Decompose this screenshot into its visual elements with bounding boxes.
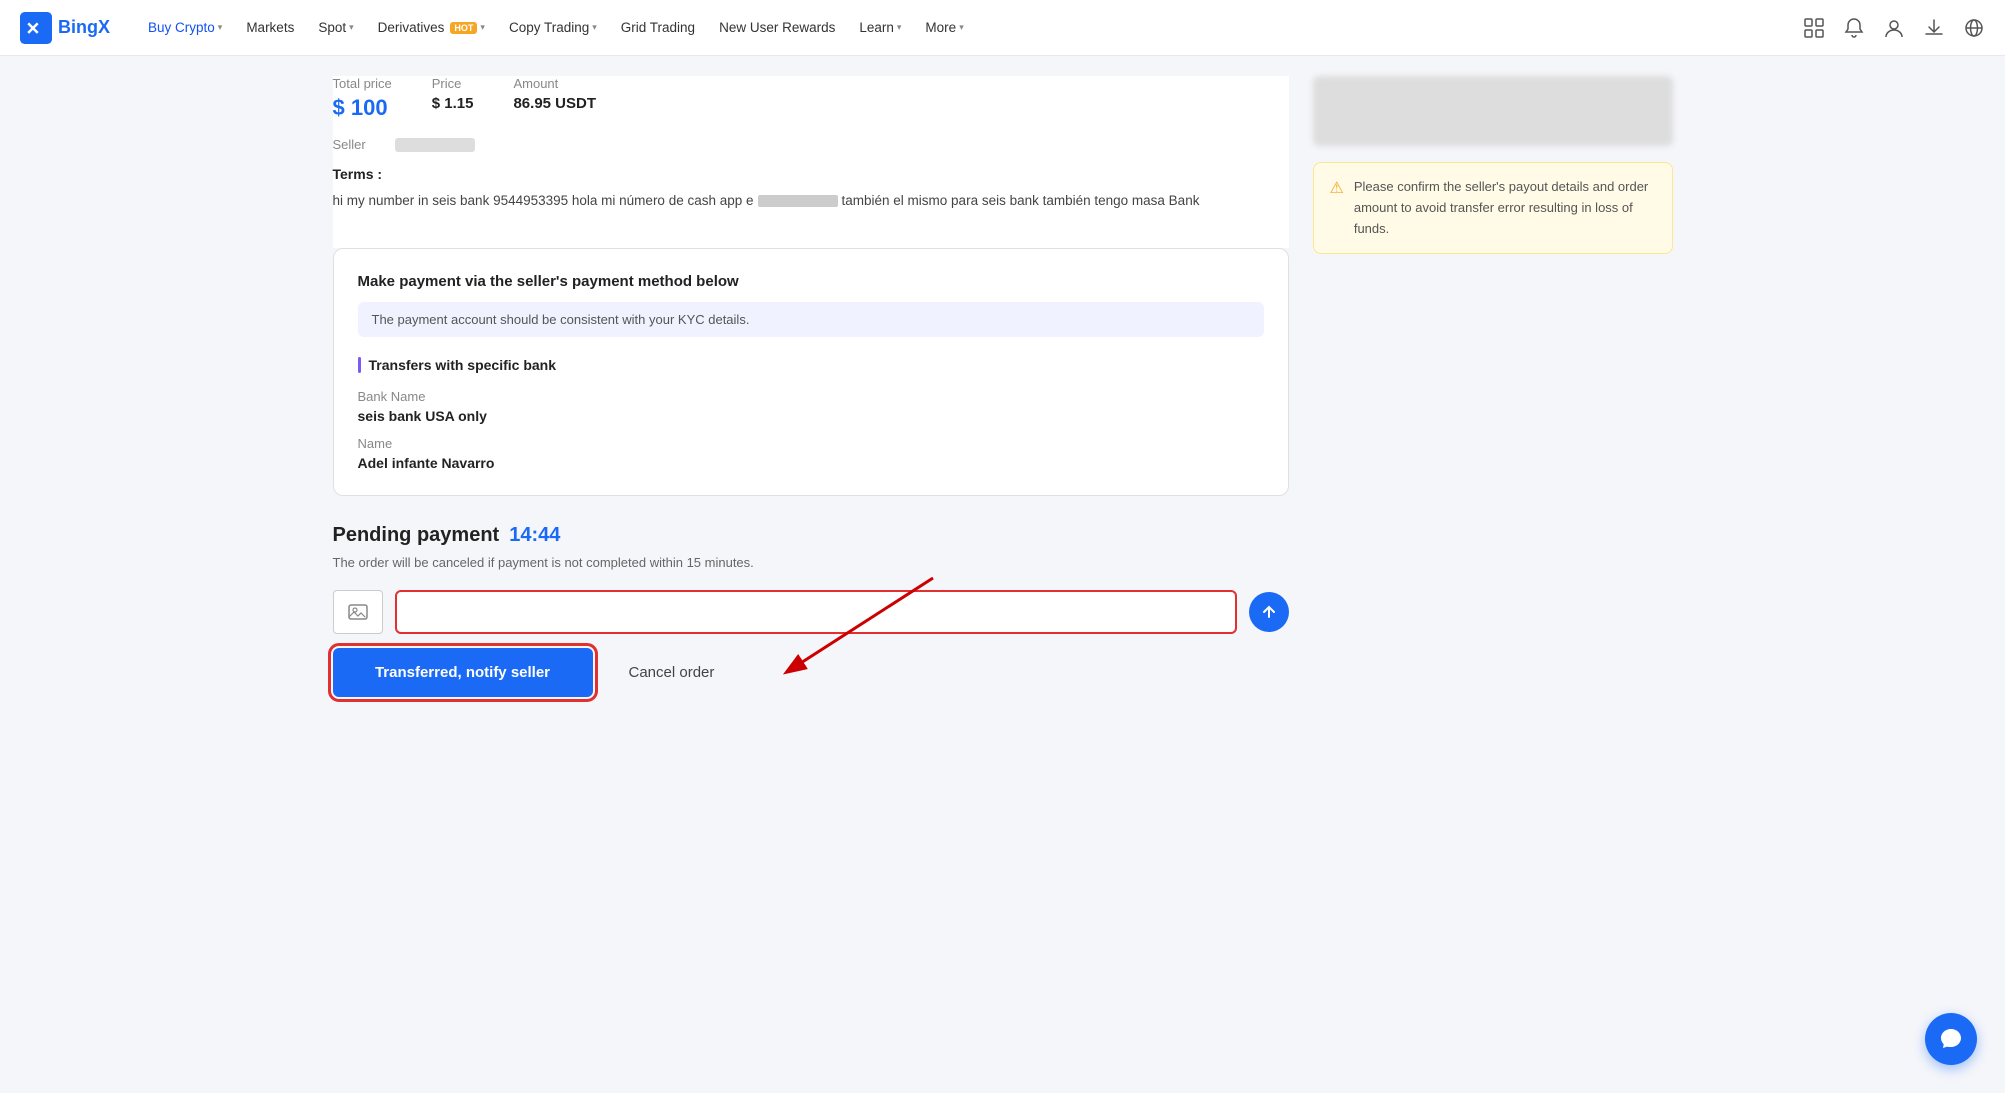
terms-text-part1: hi my number in seis bank 9544953395 hol… bbox=[333, 193, 754, 208]
nav-right-icons bbox=[1803, 17, 1985, 39]
amount-col: Amount 86.95 USDT bbox=[513, 76, 596, 121]
warning-text: Please confirm the seller's payout detai… bbox=[1354, 177, 1656, 239]
pending-title-text: Pending payment bbox=[333, 524, 500, 547]
derivatives-chevron-icon: ▾ bbox=[480, 22, 485, 33]
more-chevron-icon: ▾ bbox=[959, 22, 964, 33]
seller-row: Seller bbox=[333, 137, 1289, 152]
copy-trading-chevron-icon: ▾ bbox=[592, 22, 597, 33]
nav-markets[interactable]: Markets bbox=[236, 14, 304, 41]
pending-section: Pending payment 14:44 The order will be … bbox=[333, 524, 1289, 697]
terms-text-part2: también el mismo para seis bank también … bbox=[842, 193, 1200, 208]
seller-label: Seller bbox=[333, 137, 383, 152]
download-icon[interactable] bbox=[1923, 17, 1945, 39]
order-summary: Total price $ 100 Price $ 1.15 Amount 86… bbox=[333, 76, 1289, 248]
logo-text: BingX bbox=[58, 17, 110, 38]
page-container: Total price $ 100 Price $ 1.15 Amount 86… bbox=[303, 56, 1703, 737]
user-icon[interactable] bbox=[1883, 17, 1905, 39]
price-label: Price bbox=[432, 76, 474, 91]
language-icon[interactable] bbox=[1963, 17, 1985, 39]
svg-text:✕: ✕ bbox=[26, 18, 41, 38]
hot-badge: HOT bbox=[450, 22, 477, 34]
payment-method-title: Transfers with specific bank bbox=[369, 357, 557, 373]
order-meta-row: Total price $ 100 Price $ 1.15 Amount 86… bbox=[333, 76, 1289, 121]
amount-value: 86.95 USDT bbox=[513, 95, 596, 112]
right-panel: ⚠ Please confirm the seller's payout det… bbox=[1313, 76, 1673, 717]
nav-derivatives[interactable]: Derivatives HOT ▾ bbox=[368, 14, 495, 41]
learn-chevron-icon: ▾ bbox=[897, 22, 902, 33]
buy-crypto-chevron-icon: ▾ bbox=[218, 22, 223, 33]
amount-label: Amount bbox=[513, 76, 596, 91]
price-value: $ 1.15 bbox=[432, 95, 474, 112]
nav-copy-trading[interactable]: Copy Trading ▾ bbox=[499, 14, 607, 41]
warning-box: ⚠ Please confirm the seller's payout det… bbox=[1313, 162, 1673, 254]
bank-name-label: Bank Name bbox=[358, 389, 1264, 404]
upload-image-button[interactable] bbox=[333, 590, 383, 634]
action-row: Transferred, notify seller Cancel order bbox=[333, 648, 1289, 697]
terms-blurred bbox=[758, 195, 838, 207]
purple-bar-icon bbox=[358, 357, 361, 373]
blurred-image bbox=[1313, 76, 1673, 146]
pending-title: Pending payment 14:44 bbox=[333, 524, 1289, 547]
navbar: ✕ BingX Buy Crypto ▾ Markets Spot ▾ Deri… bbox=[0, 0, 2005, 56]
nav-links: Buy Crypto ▾ Markets Spot ▾ Derivatives … bbox=[138, 14, 1803, 41]
payment-card: Make payment via the seller's payment me… bbox=[333, 248, 1289, 496]
terms-text: hi my number in seis bank 9544953395 hol… bbox=[333, 190, 1289, 212]
logo[interactable]: ✕ BingX bbox=[20, 12, 110, 44]
nav-spot[interactable]: Spot ▾ bbox=[308, 14, 363, 41]
spot-chevron-icon: ▾ bbox=[349, 22, 354, 33]
seller-name-blurred bbox=[395, 138, 475, 152]
chat-support-button[interactable] bbox=[1925, 1013, 1977, 1065]
bingx-logo-icon: ✕ bbox=[20, 12, 52, 44]
kyc-notice: The payment account should be consistent… bbox=[358, 302, 1264, 337]
cancel-order-button[interactable]: Cancel order bbox=[609, 648, 735, 697]
nav-grid-trading[interactable]: Grid Trading bbox=[611, 14, 705, 41]
notify-seller-button[interactable]: Transferred, notify seller bbox=[333, 648, 593, 697]
total-price-value: $ 100 bbox=[333, 95, 392, 121]
message-input[interactable] bbox=[395, 590, 1237, 634]
nav-more[interactable]: More ▾ bbox=[915, 14, 973, 41]
terms-label: Terms : bbox=[333, 166, 1289, 182]
upload-row bbox=[333, 590, 1289, 634]
name-label: Name bbox=[358, 436, 1264, 451]
pending-timer: 14:44 bbox=[509, 524, 560, 547]
pending-note: The order will be canceled if payment is… bbox=[333, 555, 1289, 570]
main-content: Total price $ 100 Price $ 1.15 Amount 86… bbox=[333, 76, 1289, 717]
action-row-container: Transferred, notify seller Cancel order bbox=[333, 648, 1289, 697]
price-col: Price $ 1.15 bbox=[432, 76, 474, 121]
name-value: Adel infante Navarro bbox=[358, 455, 1264, 471]
total-price-col: Total price $ 100 bbox=[333, 76, 392, 121]
portfolio-icon[interactable] bbox=[1803, 17, 1825, 39]
warning-icon: ⚠ bbox=[1330, 178, 1344, 198]
nav-learn[interactable]: Learn ▾ bbox=[849, 14, 911, 41]
notifications-icon[interactable] bbox=[1843, 17, 1865, 39]
payment-method-header: Transfers with specific bank bbox=[358, 357, 1264, 373]
nav-new-user-rewards[interactable]: New User Rewards bbox=[709, 14, 845, 41]
bank-name-value: seis bank USA only bbox=[358, 408, 1264, 424]
nav-buy-crypto[interactable]: Buy Crypto ▾ bbox=[138, 14, 232, 41]
payment-card-title: Make payment via the seller's payment me… bbox=[358, 273, 1264, 290]
total-price-label: Total price bbox=[333, 76, 392, 91]
send-button[interactable] bbox=[1249, 592, 1289, 632]
